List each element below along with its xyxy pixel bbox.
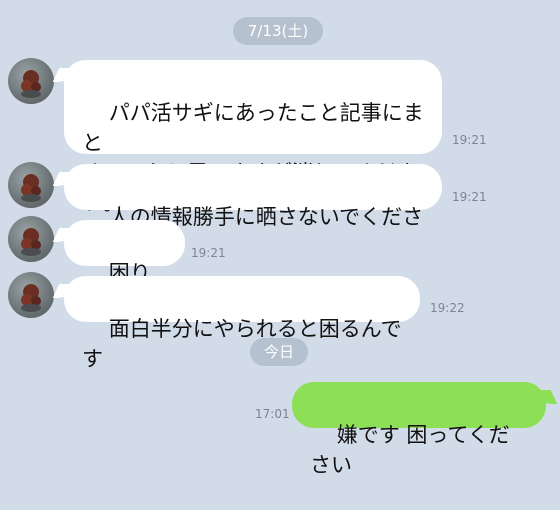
message-time: 19:21 [452, 190, 487, 204]
message-time: 19:21 [191, 246, 226, 260]
date-separator: 今日 [250, 338, 308, 366]
message-bubble[interactable]: 人の情報勝手に晒さないでください [64, 164, 442, 259]
message-bubble[interactable]: 困ります [64, 220, 185, 315]
avatar-icon[interactable] [8, 216, 54, 262]
date-separator: 7/13(土) [233, 17, 323, 45]
message-text: 嫌です 困ってください [310, 423, 510, 477]
avatar-icon[interactable] [8, 272, 54, 318]
message-text: 面白半分にやられると困るんです [82, 317, 402, 371]
message-bubble[interactable]: パパ活サギにあったこと記事にまと めていたと思いますが消してくださ い。 [64, 60, 442, 215]
avatar-icon[interactable] [8, 162, 54, 208]
message-bubble[interactable]: 面白半分にやられると困るんです [64, 276, 420, 371]
message-bubble[interactable]: 嫌です 困ってください [292, 382, 546, 477]
message-time: 17:01 [255, 407, 290, 421]
avatar-icon[interactable] [8, 58, 54, 104]
message-time: 19:21 [452, 133, 487, 147]
message-time: 19:22 [430, 301, 465, 315]
